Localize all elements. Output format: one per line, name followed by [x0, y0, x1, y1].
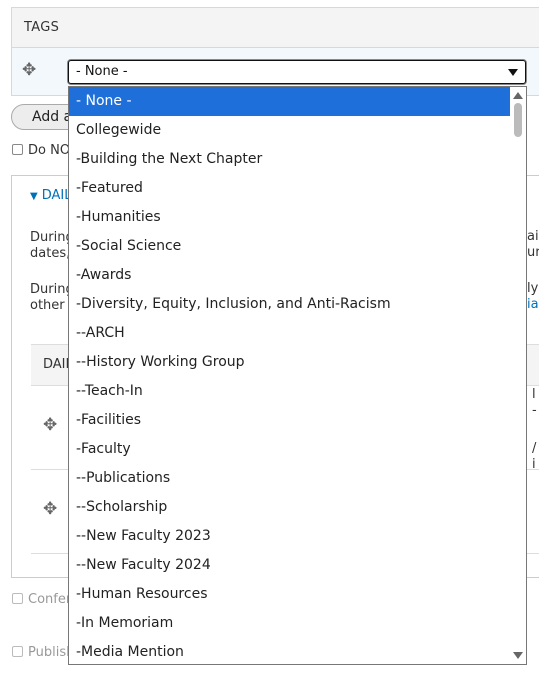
dropdown-option[interactable]: --ARCH	[69, 319, 511, 348]
tags-title: TAGS	[24, 20, 60, 35]
dropdown-option[interactable]: -Social Science	[69, 232, 511, 261]
dropdown-option[interactable]: -Human Resources	[69, 580, 511, 609]
dropdown-option[interactable]: Collegewide	[69, 116, 511, 145]
publish-label: Publisl	[28, 645, 70, 660]
add-button-label: Add a	[32, 109, 73, 125]
row-right-fragment: /	[532, 441, 537, 456]
row-right-fragment: i	[532, 457, 536, 472]
drag-handle-icon[interactable]: ✥	[43, 501, 57, 518]
drag-handle-icon[interactable]: ✥	[43, 417, 57, 434]
dropdown-option[interactable]: -Faculty	[69, 435, 511, 464]
daily-summary-label: DAIL	[41, 188, 72, 203]
scroll-up-arrow-icon[interactable]	[513, 92, 523, 99]
daily-desc-right-fragment: ly	[527, 281, 539, 296]
daily-desc-right-fragment: ail	[527, 229, 539, 244]
dropdown-option[interactable]: -Awards	[69, 261, 511, 290]
tags-header: TAGS	[11, 7, 539, 48]
publish-checkbox[interactable]	[12, 646, 23, 657]
scroll-down-arrow-icon[interactable]	[513, 652, 523, 659]
dropdown-option[interactable]: -Humanities	[69, 203, 511, 232]
dropdown-option[interactable]: -Media Mention	[69, 638, 511, 664]
dropdown-option[interactable]: --Teach-In	[69, 377, 511, 406]
confer-label: Confer	[28, 592, 72, 607]
dropdown-option[interactable]: --Publications	[69, 464, 511, 493]
tags-dropdown-listbox[interactable]: - None - Collegewide -Building the Next Ch…	[68, 86, 527, 665]
daily-desc-right-fragment: ur	[527, 245, 539, 260]
triangle-down-icon: ▼	[30, 191, 38, 202]
scrollbar-thumb[interactable]	[514, 103, 522, 137]
dropdown-option[interactable]: - None -	[69, 87, 511, 116]
dropdown-option[interactable]: --History Working Group	[69, 348, 511, 377]
daily-summary-toggle[interactable]: ▼ DAIL	[30, 188, 71, 203]
tags-select-value: - None -	[76, 64, 128, 79]
drag-handle-icon[interactable]: ✥	[22, 62, 36, 79]
daily-link-fragment[interactable]: ia	[527, 297, 539, 312]
dropdown-option[interactable]: --New Faculty 2024	[69, 551, 511, 580]
do-not-label: Do NO	[28, 143, 71, 158]
tags-select[interactable]: - None -	[68, 60, 526, 84]
dropdown-option[interactable]: -In Memoriam	[69, 609, 511, 638]
dropdown-option[interactable]: -Building the Next Chapter	[69, 145, 511, 174]
daily-desc-1b: dates,	[30, 246, 71, 261]
dropdown-option[interactable]: --New Faculty 2023	[69, 522, 511, 551]
dropdown-option[interactable]: --Scholarship	[69, 493, 511, 522]
dropdown-scrollbar[interactable]	[510, 87, 526, 664]
confer-checkbox[interactable]	[12, 593, 23, 604]
dropdown-option[interactable]: -Featured	[69, 174, 511, 203]
caret-down-icon	[508, 69, 518, 76]
dropdown-option[interactable]: -Facilities	[69, 406, 511, 435]
row-right-fragment: l	[532, 387, 536, 402]
row-right-fragment: -	[532, 403, 537, 418]
dropdown-option[interactable]: -Diversity, Equity, Inclusion, and Anti-…	[69, 290, 511, 319]
do-not-checkbox[interactable]	[12, 144, 23, 155]
page: TAGS ✥ - None - Add a Do NO ▼ DAIL During…	[0, 0, 539, 674]
daily-desc-2b: other	[30, 298, 65, 313]
